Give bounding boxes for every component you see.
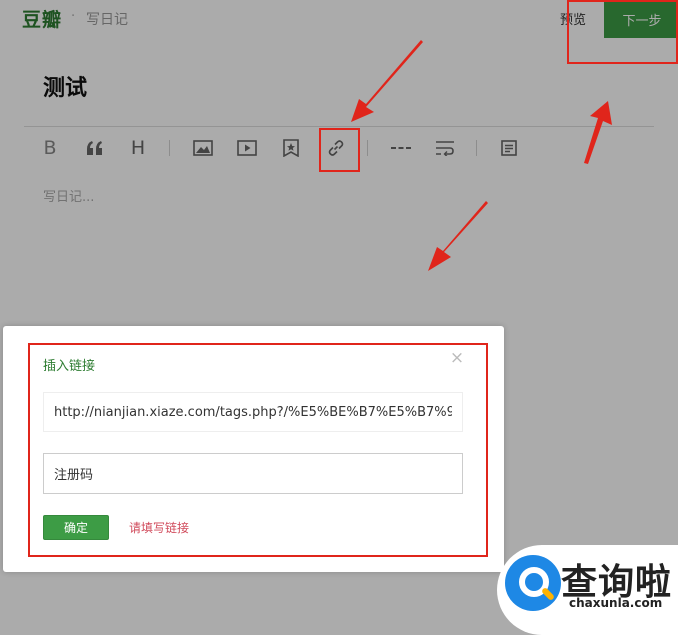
- arrow-to-next: [584, 101, 612, 164]
- watermark: 查询啦 chaxunla.com: [497, 545, 678, 635]
- watermark-logo-icon: [505, 555, 561, 611]
- arrow-to-link: [351, 40, 423, 122]
- arrow-to-dialog: [428, 201, 488, 271]
- watermark-subtitle: chaxunla.com: [569, 596, 663, 610]
- annotation-arrows: [351, 40, 612, 271]
